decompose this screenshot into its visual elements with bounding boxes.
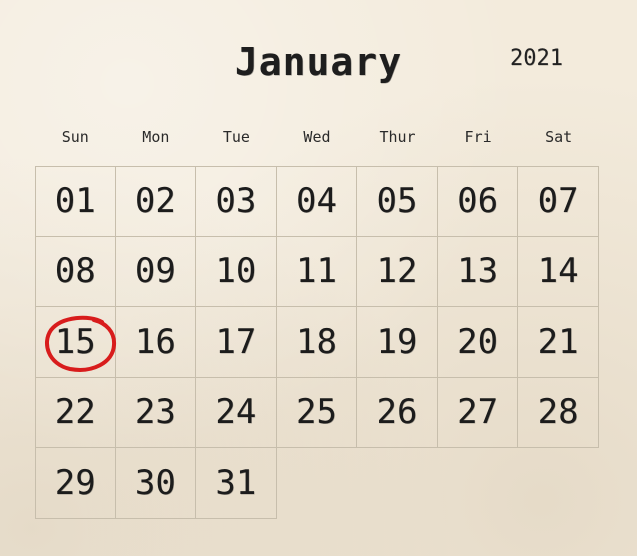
day-number: 01 — [54, 181, 96, 222]
day-cell: 21 — [518, 307, 599, 378]
day-number: 08 — [54, 251, 96, 292]
day-number: 06 — [457, 181, 499, 222]
day-cell: 25 — [276, 377, 358, 448]
day-number: 23 — [134, 392, 176, 433]
day-cell: 05 — [357, 166, 438, 237]
day-number: 18 — [295, 321, 337, 362]
day-cell: 12 — [357, 236, 438, 307]
day-cell: 11 — [276, 236, 358, 307]
day-number: 31 — [215, 462, 257, 503]
day-cell: 23 — [115, 377, 197, 448]
day-cell: 16 — [115, 307, 197, 378]
year-label: 2021 — [510, 46, 563, 71]
day-cell: 13 — [437, 236, 519, 307]
day-number: 05 — [376, 181, 418, 222]
weekday-mon: Mon — [142, 128, 170, 146]
day-number: 16 — [134, 321, 176, 362]
day-cell: 03 — [196, 166, 277, 237]
day-cell: 28 — [518, 377, 599, 448]
day-number: 12 — [376, 251, 418, 292]
day-number: 19 — [376, 321, 418, 362]
day-number: 14 — [537, 251, 579, 292]
day-number: 09 — [134, 251, 176, 292]
day-number: 26 — [376, 392, 418, 433]
day-cell: 27 — [437, 377, 519, 448]
day-cell: 17 — [196, 307, 277, 378]
weekday-wed: Wed — [303, 128, 331, 146]
day-cell: 29 — [35, 448, 116, 519]
weekday-thur: Thur — [379, 128, 416, 146]
day-cell: 20 — [437, 307, 519, 378]
day-cell: 04 — [276, 166, 358, 237]
weekday-fri: Fri — [464, 128, 492, 146]
day-number: 21 — [537, 321, 579, 362]
day-cell: 10 — [196, 236, 277, 307]
day-cell: 19 — [357, 307, 438, 378]
day-cell: 02 — [115, 166, 197, 237]
day-number: 27 — [457, 392, 499, 433]
weekday-sat: Sat — [545, 128, 573, 146]
day-number: 24 — [215, 392, 257, 433]
day-number: 30 — [134, 462, 176, 503]
day-number: 11 — [295, 251, 337, 292]
day-number: 28 — [537, 392, 579, 433]
calendar-grid: 01 02 03 04 05 06 07 08 09 10 11 12 13 14 15 16 17 18 19 20… — [35, 166, 599, 519]
day-cell: 15 — [35, 307, 117, 378]
weekday-tue: Tue — [222, 128, 250, 146]
day-number: 10 — [215, 251, 257, 292]
day-cell: 09 — [115, 236, 197, 307]
day-number: 20 — [457, 321, 499, 362]
day-cell: 31 — [196, 448, 277, 519]
day-number: 25 — [295, 392, 337, 433]
day-cell: 22 — [35, 377, 116, 448]
day-cell: 01 — [35, 166, 116, 237]
weekday-sun: Sun — [61, 128, 89, 146]
weekday-header-row: Sun Mon Tue Wed Thur Fri Sat — [35, 128, 599, 146]
day-number: 17 — [215, 321, 257, 362]
day-number: 02 — [134, 181, 176, 222]
day-number: 07 — [537, 181, 579, 222]
day-number: 03 — [215, 181, 257, 222]
day-number: 29 — [54, 462, 96, 503]
day-cell: 07 — [518, 166, 599, 237]
day-cell: 18 — [276, 307, 358, 378]
day-number: 13 — [457, 251, 499, 292]
day-cell: 08 — [35, 236, 116, 307]
day-cell: 26 — [357, 377, 438, 448]
day-cell: 30 — [115, 448, 197, 519]
day-number: 04 — [295, 181, 337, 222]
day-number: 22 — [54, 392, 96, 433]
day-cell: 14 — [518, 236, 599, 307]
day-cell: 24 — [196, 377, 277, 448]
day-cell: 06 — [437, 166, 519, 237]
day-number: 15 — [54, 321, 96, 362]
